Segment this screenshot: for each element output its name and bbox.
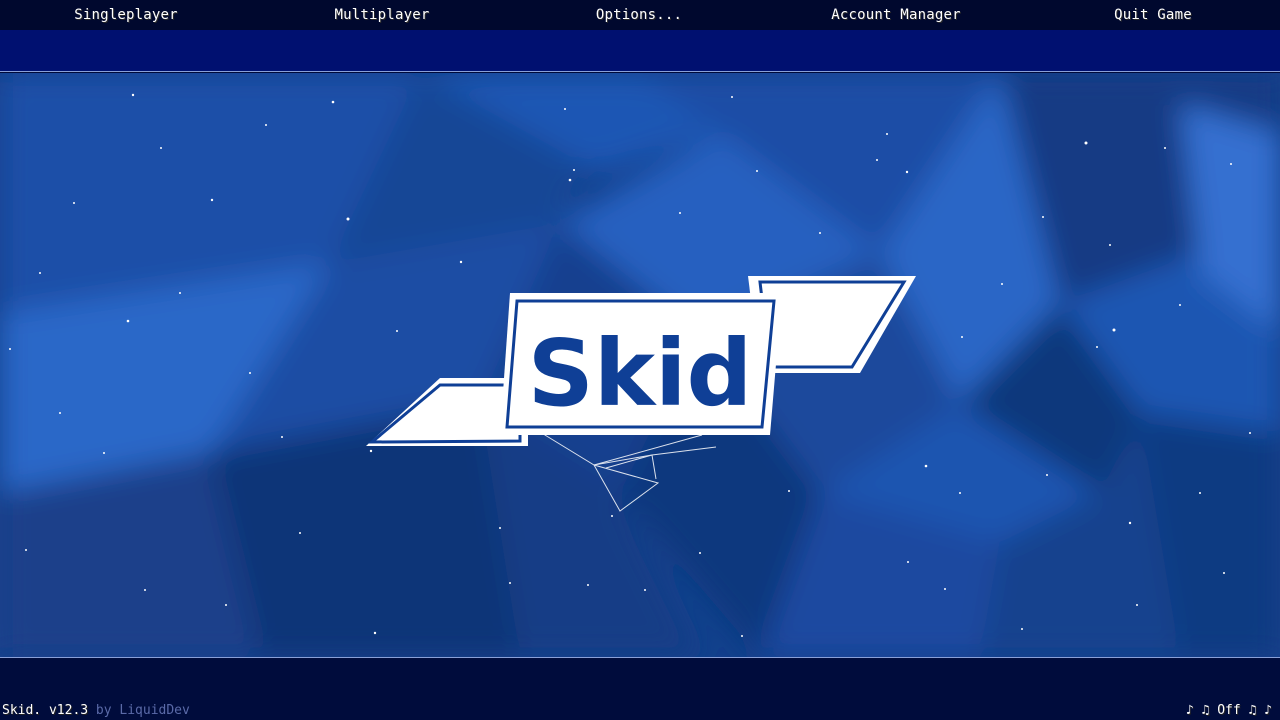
music-note-icon-right: ♫ ♪: [1240, 703, 1273, 718]
quit-game-button[interactable]: Quit Game: [1114, 5, 1192, 25]
account-manager-button[interactable]: Account Manager: [831, 5, 960, 25]
top-menu-bar: Singleplayer Multiplayer Options... Acco…: [0, 0, 1280, 30]
author-text: by LiquidDev: [88, 703, 190, 718]
bottom-bar: [0, 657, 1280, 720]
options-button[interactable]: Options...: [596, 5, 682, 25]
multiplayer-button[interactable]: Multiplayer: [335, 5, 430, 25]
version-label: Skid. v12.3 by LiquidDev: [2, 702, 190, 720]
singleplayer-button[interactable]: Singleplayer: [74, 5, 178, 25]
version-text: Skid. v12.3: [2, 703, 89, 718]
music-toggle[interactable]: ♪ ♫ Off ♫ ♪: [1186, 702, 1272, 720]
background-scene: Skid: [0, 73, 1280, 657]
music-state: Off: [1217, 703, 1241, 718]
logo-constellation: [539, 431, 717, 512]
skid-logo: Skid: [366, 276, 916, 512]
top-band: [0, 30, 1280, 72]
logo-text: Skid: [528, 320, 753, 427]
music-note-icon: ♪ ♫: [1185, 703, 1218, 718]
